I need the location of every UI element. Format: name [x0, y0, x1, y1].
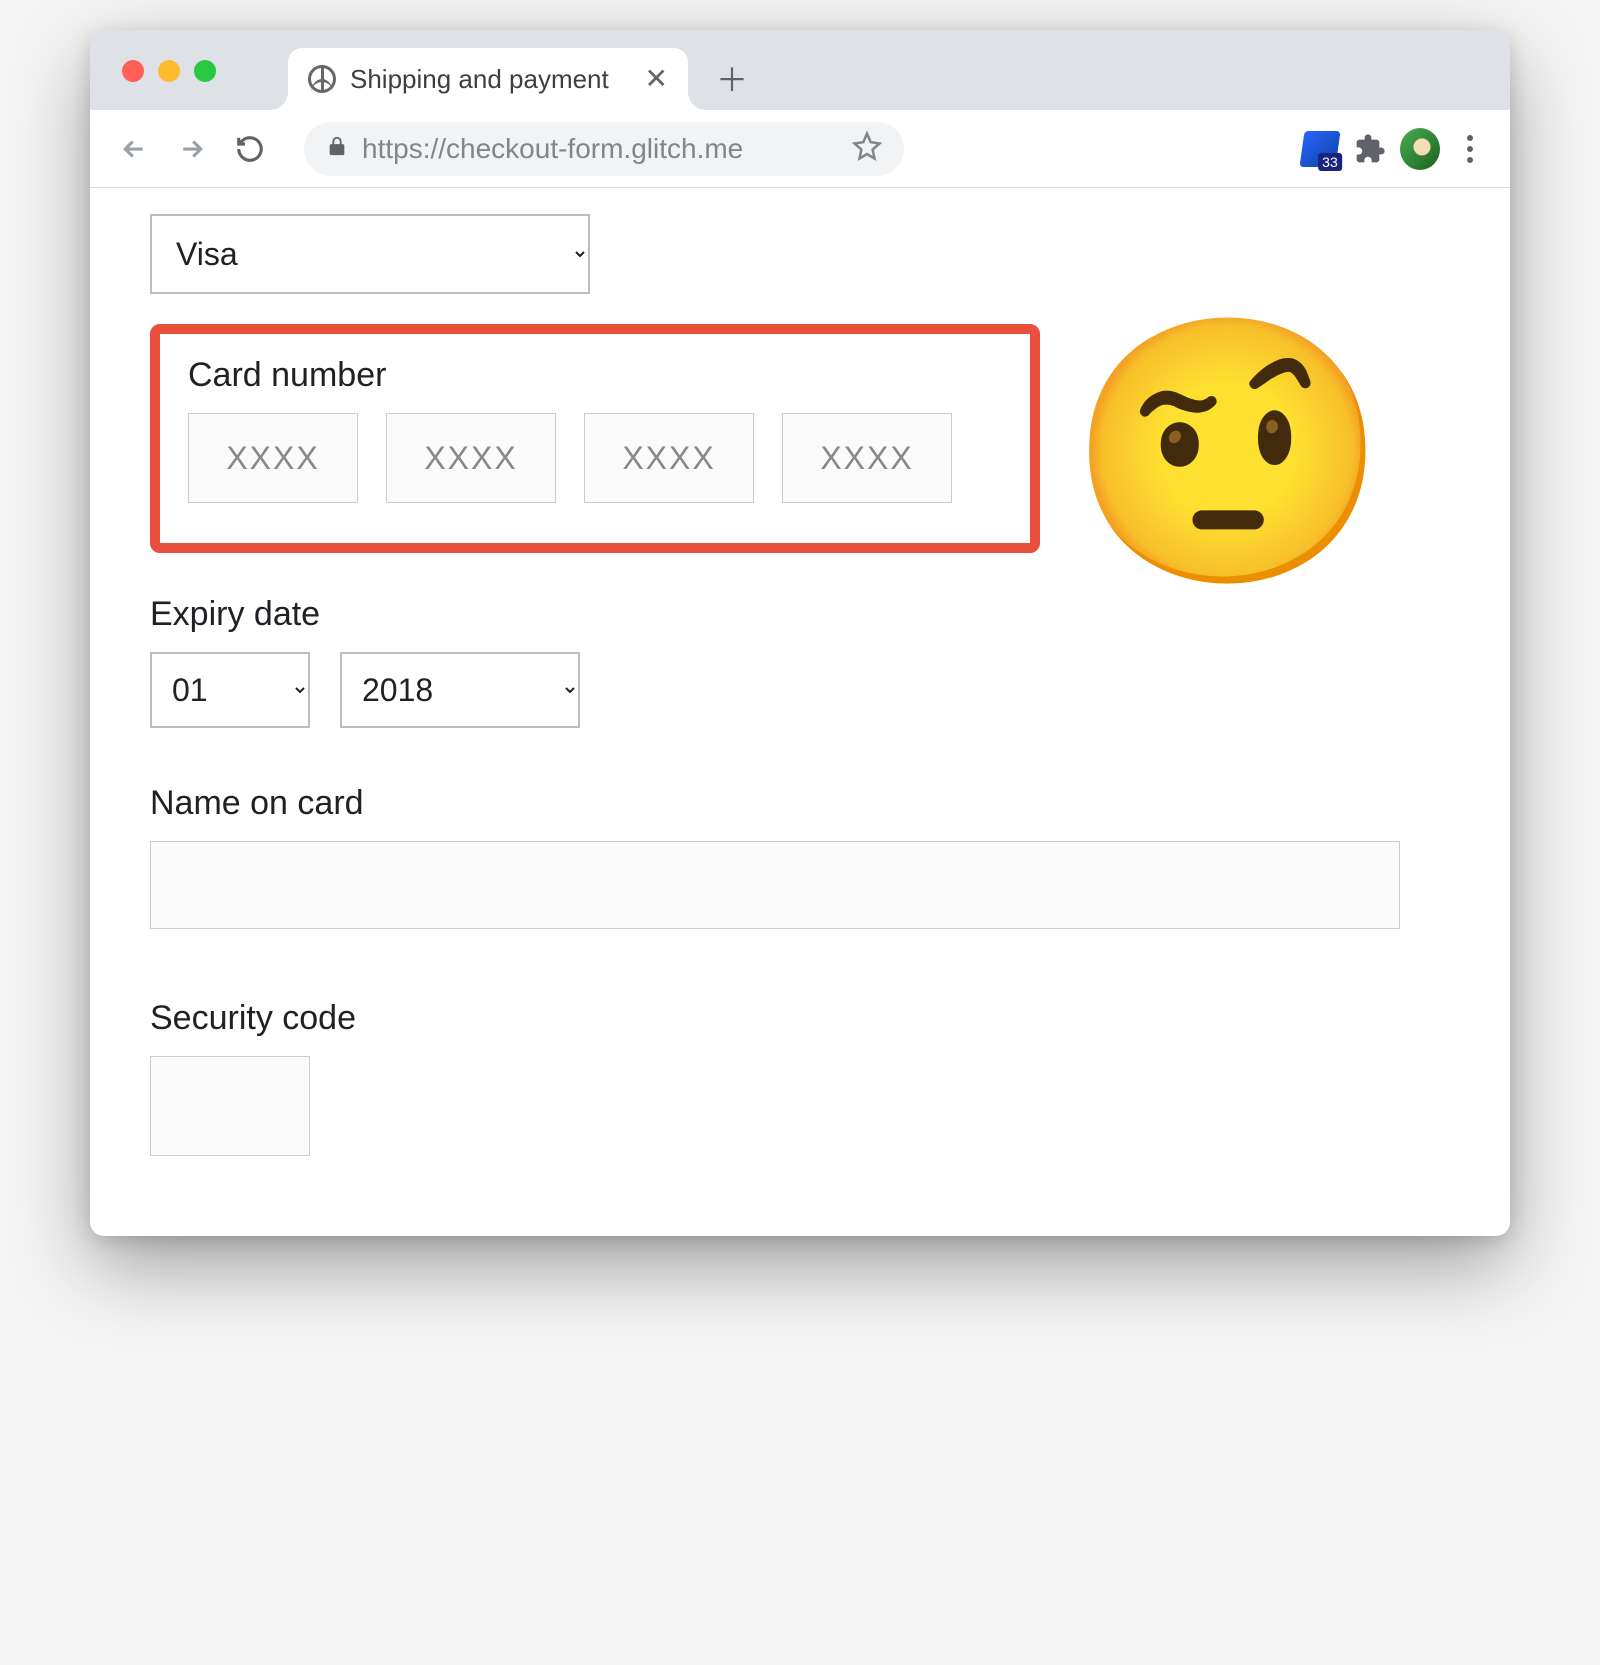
extension-css-icon[interactable] [1300, 129, 1340, 169]
name-on-card-input[interactable] [150, 841, 1400, 929]
security-code-label: Security code [150, 999, 1450, 1038]
name-on-card-group: Name on card [150, 784, 1450, 929]
url-text: https://checkout-form.glitch.me [362, 133, 838, 165]
minimize-window-button[interactable] [158, 60, 180, 82]
close-window-button[interactable] [122, 60, 144, 82]
extensions-puzzle-icon[interactable] [1350, 129, 1390, 169]
security-code-group: Security code [150, 999, 1450, 1156]
page-content: Visa Card number 🤨 Expiry date 01 2018 [90, 188, 1510, 1236]
raised-eyebrow-emoji: 🤨 [1066, 323, 1390, 583]
card-number-inputs [188, 413, 1002, 503]
profile-avatar[interactable] [1400, 129, 1440, 169]
card-number-segment-4[interactable] [782, 413, 952, 503]
card-number-label: Card number [188, 356, 1002, 395]
card-number-highlight: Card number [150, 324, 1040, 553]
maximize-window-button[interactable] [194, 60, 216, 82]
bookmark-star-icon[interactable] [852, 131, 882, 166]
lock-icon [326, 135, 348, 163]
forward-button[interactable] [168, 125, 216, 173]
browser-tab[interactable]: Shipping and payment ✕ [288, 48, 688, 110]
browser-menu-button[interactable] [1450, 129, 1490, 169]
close-tab-button[interactable]: ✕ [645, 65, 668, 93]
card-type-select[interactable]: Visa [150, 214, 590, 294]
new-tab-button[interactable]: ＋ [712, 58, 752, 98]
avatar-image [1400, 128, 1440, 170]
expiry-month-select[interactable]: 01 [150, 652, 310, 728]
card-number-segment-2[interactable] [386, 413, 556, 503]
expiry-label: Expiry date [150, 595, 1450, 634]
browser-window: Shipping and payment ✕ ＋ https://checkou… [90, 30, 1510, 1236]
browser-toolbar: https://checkout-form.glitch.me [90, 110, 1510, 188]
globe-icon [308, 65, 336, 93]
tab-strip: Shipping and payment ✕ ＋ [90, 30, 1510, 110]
address-bar[interactable]: https://checkout-form.glitch.me [304, 122, 904, 176]
name-on-card-label: Name on card [150, 784, 1450, 823]
tab-title: Shipping and payment [350, 64, 631, 95]
card-type-group: Visa [150, 214, 1450, 294]
reload-button[interactable] [226, 125, 274, 173]
window-controls [122, 60, 216, 82]
extension-badge [1299, 131, 1340, 167]
expiry-year-select[interactable]: 2018 [340, 652, 580, 728]
expiry-group: Expiry date 01 2018 [150, 595, 1450, 728]
card-number-segment-3[interactable] [584, 413, 754, 503]
security-code-input[interactable] [150, 1056, 310, 1156]
card-number-segment-1[interactable] [188, 413, 358, 503]
back-button[interactable] [110, 125, 158, 173]
